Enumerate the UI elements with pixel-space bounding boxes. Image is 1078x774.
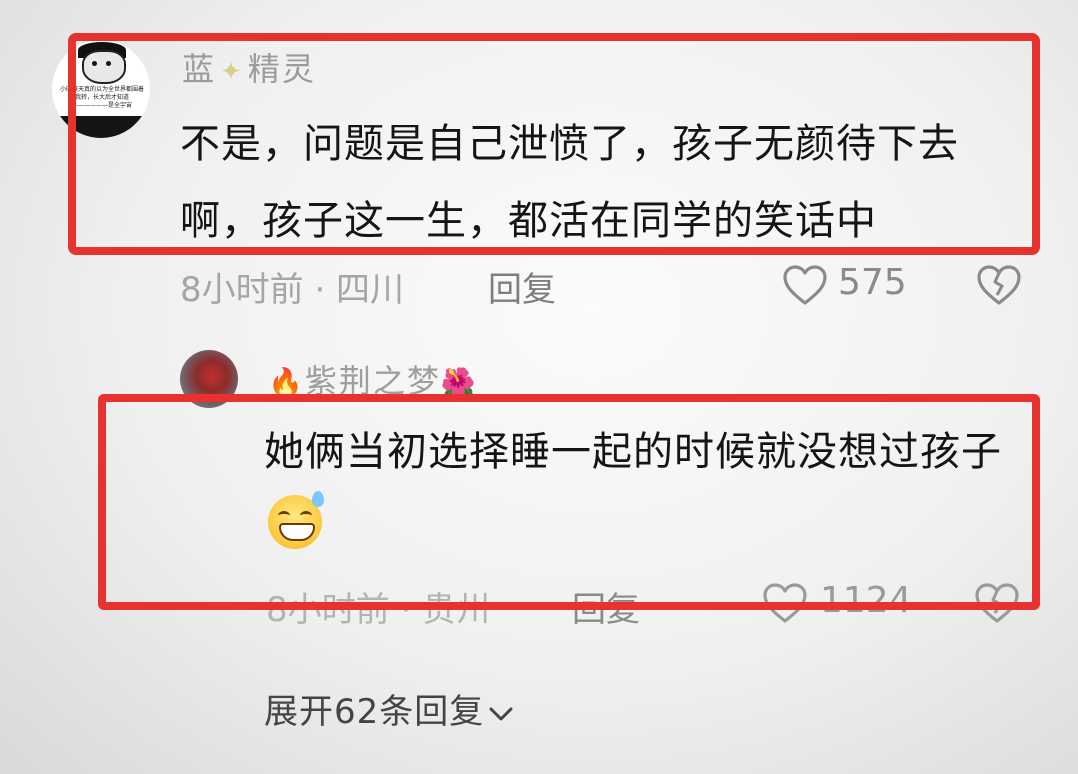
reply-button[interactable]: 回复 xyxy=(488,262,556,311)
highlight-box xyxy=(98,394,1040,610)
expand-replies-button[interactable]: 展开62条回复 xyxy=(264,684,514,733)
highlight-box xyxy=(68,33,1040,255)
like-count: 575 xyxy=(838,262,907,303)
expand-replies-label: 展开62条回复 xyxy=(264,692,485,732)
chevron-down-icon xyxy=(489,707,513,720)
broken-heart-icon[interactable] xyxy=(976,264,1022,306)
comment-time-location: 8小时前 · 四川 xyxy=(180,270,405,310)
heart-icon[interactable] xyxy=(782,264,828,306)
